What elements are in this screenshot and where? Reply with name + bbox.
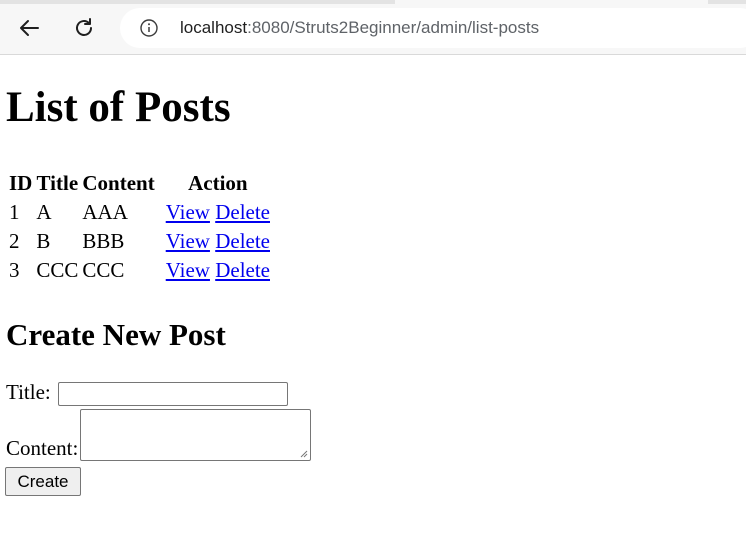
back-arrow-icon (20, 20, 39, 36)
address-bar[interactable]: localhost:8080/Struts2Beginner/admin/lis… (120, 8, 746, 48)
post-id: 2 (9, 229, 20, 253)
browser-toolbar: localhost:8080/Struts2Beginner/admin/lis… (0, 0, 746, 55)
column-header-id: ID (9, 171, 33, 195)
post-title: A (36, 200, 52, 224)
post-actions: View Delete (158, 228, 271, 255)
column-header-action: Action (188, 171, 248, 195)
tab-strip-edge (0, 0, 395, 4)
delete-link[interactable]: Delete (215, 200, 270, 224)
content-row: Content: (6, 409, 312, 461)
column-header-title: Title (36, 171, 79, 195)
post-content: CCC (82, 258, 125, 282)
column-header-content: Content (82, 171, 155, 195)
url-host: localhost (180, 18, 248, 37)
reload-button[interactable] (68, 12, 100, 44)
table-row: 1 A AAA View Delete (8, 199, 271, 226)
post-title: B (36, 229, 51, 253)
url-text[interactable]: localhost:8080/Struts2Beginner/admin/lis… (180, 18, 539, 38)
title-label: Title: (6, 380, 51, 404)
delete-link[interactable]: Delete (215, 258, 270, 282)
info-icon[interactable] (140, 19, 158, 37)
reload-icon (76, 18, 92, 36)
create-button[interactable]: Create (5, 467, 81, 496)
content-textarea[interactable] (80, 409, 312, 461)
post-actions: View Delete (158, 257, 271, 284)
table-row: 2 B BBB View Delete (8, 228, 271, 255)
resize-handle-icon[interactable] (300, 450, 308, 458)
post-id: 3 (9, 258, 20, 282)
page-title: List of Posts (6, 84, 231, 131)
post-actions: View Delete (158, 199, 271, 226)
post-content: AAA (82, 200, 128, 224)
back-button[interactable] (13, 12, 45, 44)
page-content: List of Posts ID Title Content Action 1 … (0, 55, 746, 536)
post-title: CCC (36, 258, 79, 282)
create-post-heading: Create New Post (6, 317, 226, 352)
title-input[interactable] (58, 382, 288, 407)
content-label: Content: (6, 436, 79, 460)
url-path: :8080/Struts2Beginner/admin/list-posts (247, 18, 540, 37)
posts-table: ID Title Content Action 1 A AAA View Del… (6, 168, 273, 286)
post-content: BBB (82, 229, 125, 253)
tab-strip-edge (708, 0, 746, 4)
view-link[interactable]: View (166, 229, 210, 253)
title-row: Title: (6, 380, 288, 407)
view-link[interactable]: View (166, 258, 210, 282)
table-row: 3 CCC CCC View Delete (8, 257, 271, 284)
post-id: 1 (9, 200, 20, 224)
view-link[interactable]: View (166, 200, 210, 224)
delete-link[interactable]: Delete (215, 229, 270, 253)
table-header-row: ID Title Content Action (8, 170, 271, 197)
